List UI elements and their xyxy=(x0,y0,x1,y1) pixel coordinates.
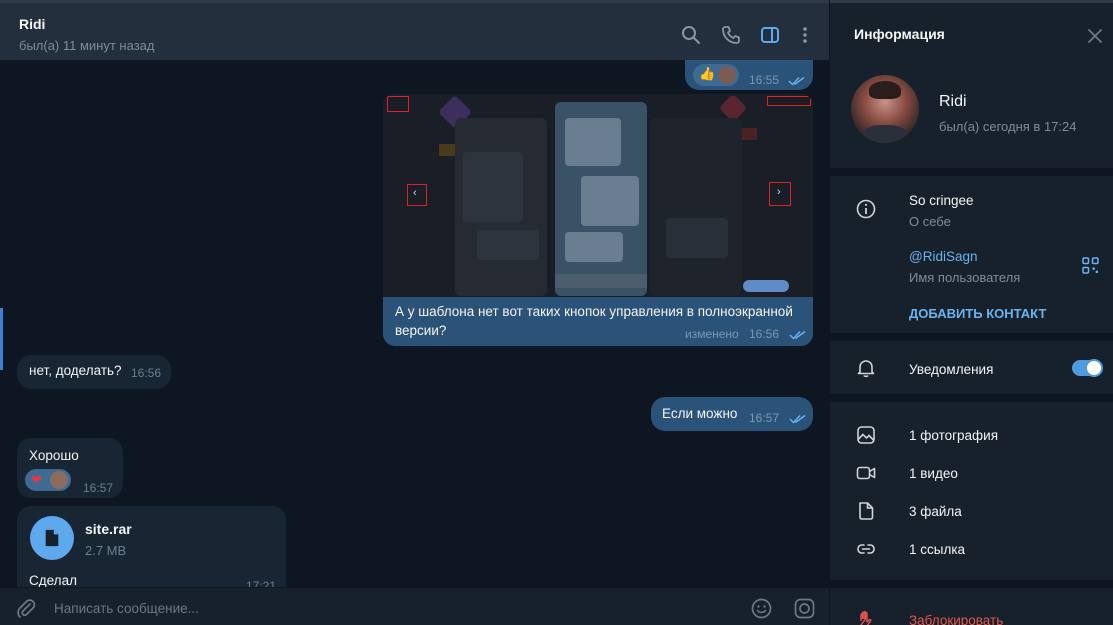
media-files-link[interactable]: 3 файла xyxy=(909,504,962,519)
annotation-box xyxy=(387,96,409,112)
annotation-box-next: › xyxy=(769,182,791,206)
chat-bubble-preview xyxy=(581,176,639,226)
divider xyxy=(830,394,1113,402)
message-bubble-outgoing[interactable]: 👍 16:55 xyxy=(685,60,813,90)
annotation-box-prev: ‹ xyxy=(407,184,427,206)
message-time: 16:56 xyxy=(131,366,162,380)
close-icon[interactable] xyxy=(1088,29,1102,43)
chevron-left-icon: ‹ xyxy=(413,187,417,199)
reactor-avatar xyxy=(50,471,68,489)
bio-text: So cringee xyxy=(909,193,974,208)
message-text: Сделал xyxy=(29,573,77,587)
message-bubble-incoming[interactable]: нет, доделать? 16:56 xyxy=(17,355,171,389)
file-icon xyxy=(859,502,874,520)
message-text: Хорошо xyxy=(29,448,79,463)
username-label: Имя пользователя xyxy=(909,270,1021,285)
message-time: 16:57 xyxy=(749,411,780,425)
message-text: Если можно xyxy=(662,406,738,421)
qr-code-icon[interactable] xyxy=(1082,257,1099,274)
block-user-button[interactable]: Заблокировать xyxy=(909,613,1003,625)
avatar-shoulders xyxy=(863,125,907,143)
chat-bubble-preview xyxy=(565,232,623,262)
message-bubble-media[interactable]: ‹ › А у шаблона нет вот таких кнопок упр… xyxy=(383,94,813,346)
profile-status: был(а) сегодня в 17:24 xyxy=(939,119,1077,134)
message-bubble-incoming[interactable]: Хорошо ❤ 16:57 xyxy=(17,438,123,498)
bubble-preview xyxy=(743,280,789,292)
divider xyxy=(830,333,1113,341)
phone-icon[interactable] xyxy=(721,25,741,45)
block-hand-icon xyxy=(860,611,872,625)
file-size: 2.7 MB xyxy=(85,543,127,558)
chat-header: Ridi был(а) 11 минут назад xyxy=(0,0,829,60)
video-icon xyxy=(856,466,876,480)
bio-label: О себе xyxy=(909,214,951,229)
chat-title[interactable]: Ridi xyxy=(19,16,45,32)
more-vertical-icon[interactable] xyxy=(795,25,815,45)
message-bubble-outgoing[interactable]: Если можно 16:57 xyxy=(651,397,813,431)
chevron-right-icon: › xyxy=(777,186,781,198)
reaction-emoji: ❤ xyxy=(31,472,42,487)
info-panel: Информация Ridi был(а) сегодня в 17:24 S… xyxy=(829,0,1113,625)
divider xyxy=(830,580,1113,588)
media-caption: А у шаблона нет вот таких кнопок управле… xyxy=(395,304,793,338)
bell-icon xyxy=(857,360,875,378)
message-time: 17:21 xyxy=(246,579,277,587)
annotation-box xyxy=(767,96,811,106)
chat-status: был(а) 11 минут назад xyxy=(19,38,155,53)
message-list[interactable]: 👍 16:55 ‹ › А у шаблона нет вот таких кн… xyxy=(0,60,829,587)
blurred-content xyxy=(666,218,728,258)
reactor-avatar xyxy=(718,66,736,84)
blurred-content xyxy=(477,230,539,260)
media-videos-link[interactable]: 1 видео xyxy=(909,466,958,481)
reaction-pill[interactable]: ❤ xyxy=(25,469,71,491)
link-icon xyxy=(857,544,875,554)
blurred-content xyxy=(463,152,523,222)
message-time: 16:55 xyxy=(749,73,780,87)
scroll-indicator xyxy=(0,308,3,370)
avatar-hair xyxy=(869,81,901,99)
message-time: 16:56 xyxy=(749,327,780,341)
photo-icon xyxy=(857,426,875,444)
info-panel-header: Информация xyxy=(830,0,1113,60)
notifications-toggle[interactable] xyxy=(1072,359,1103,377)
camera-icon[interactable] xyxy=(794,598,815,619)
reaction-pill[interactable]: 👍 xyxy=(693,64,739,86)
add-contact-button[interactable]: ДОБАВИТЬ КОНТАКТ xyxy=(909,306,1046,321)
phone-mockup-left xyxy=(455,118,547,296)
username-link[interactable]: @RidiSagn xyxy=(909,249,978,264)
phone-mockup-center xyxy=(555,102,647,296)
attach-icon[interactable] xyxy=(16,598,36,618)
message-time: 16:57 xyxy=(83,481,114,495)
avatar[interactable] xyxy=(851,75,919,143)
profile-name: Ridi xyxy=(939,93,967,110)
media-links-link[interactable]: 1 ссылка xyxy=(909,542,965,557)
chat-bubble-preview xyxy=(565,118,621,166)
info-icon xyxy=(856,199,876,219)
file-icon xyxy=(45,529,59,547)
read-checks-icon xyxy=(789,414,806,424)
read-checks-icon xyxy=(788,76,805,86)
file-name[interactable]: site.rar xyxy=(85,521,132,537)
message-text: нет, доделать? xyxy=(29,363,122,378)
sidebar-toggle-icon[interactable] xyxy=(760,25,780,45)
reaction-emoji: 👍 xyxy=(699,66,716,81)
media-photos-link[interactable]: 1 фотография xyxy=(909,428,998,443)
notifications-label: Уведомления xyxy=(909,362,994,377)
phone-mockup-right xyxy=(650,118,742,296)
toggle-knob xyxy=(1085,359,1103,377)
emoji-icon[interactable] xyxy=(751,598,772,619)
read-checks-icon xyxy=(789,330,806,340)
screenshot-image[interactable]: ‹ › xyxy=(383,94,813,297)
divider xyxy=(830,168,1113,176)
message-input[interactable]: Написать сообщение... xyxy=(54,601,199,616)
message-bubble-file[interactable]: site.rar 2.7 MB Сделал 17:21 xyxy=(17,506,286,587)
composer-preview xyxy=(555,274,647,288)
search-icon[interactable] xyxy=(681,25,701,45)
info-panel-title: Информация xyxy=(854,26,945,42)
composer: Написать сообщение... xyxy=(0,587,829,625)
file-download-button[interactable] xyxy=(30,516,74,560)
edited-label: изменено xyxy=(685,327,739,341)
